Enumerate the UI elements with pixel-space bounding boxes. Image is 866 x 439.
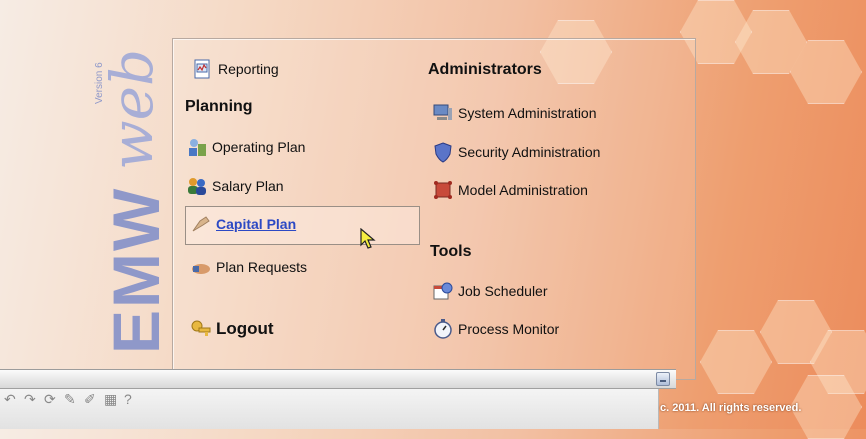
model-administration-label: Model Administration [458,182,588,198]
menu-item-capital-plan[interactable]: Capital Plan [190,213,296,235]
menu-item-model-administration[interactable]: Model Administration [432,179,588,201]
help-icon[interactable]: ? [124,391,138,408]
report-chart-icon [192,58,214,80]
capital-plan-link[interactable]: Capital Plan [216,216,296,232]
overlay-window: ↶ ↷ ⟳ ✎ ✐ ▦ ? [0,369,676,429]
menu-item-job-scheduler[interactable]: Job Scheduler [432,280,548,302]
salary-plan-label: Salary Plan [212,178,284,194]
plan-requests-label: Plan Requests [216,259,308,275]
logo-version: Version 6 [94,62,105,104]
capital-plan-icon [190,213,212,235]
job-scheduler-label: Job Scheduler [458,283,548,299]
menu-item-plan-requests[interactable]: Plan Requests [190,256,307,278]
people-icon [186,175,208,197]
window-titlebar[interactable] [0,369,676,389]
process-monitor-label: Process Monitor [458,321,560,337]
menu-item-process-monitor[interactable]: Process Monitor [432,318,559,340]
redo-icon[interactable]: ↷ [24,391,38,408]
stopwatch-icon [432,318,454,340]
copyright-text: c. 2011. All rights reserved. [660,402,802,414]
toolbar-icons: ↶ ↷ ⟳ ✎ ✐ ▦ ? [4,391,138,408]
print-icon[interactable]: ▦ [104,391,118,408]
menu-item-reporting[interactable]: Reporting [192,58,279,80]
security-administration-label: Security Administration [458,144,601,160]
system-administration-label: System Administration [458,105,597,121]
menu-item-salary-plan[interactable]: Salary Plan [186,175,284,197]
model-cube-icon [432,179,454,201]
emw-web-logo: EMW web Version 6 [12,18,173,354]
operating-plan-label: Operating Plan [212,139,306,155]
logo-script: web [98,48,166,170]
edit-icon[interactable]: ✎ [64,391,78,408]
logout-button[interactable]: Logout [190,318,274,340]
logo-wordmark: EMW [99,186,173,354]
undo-icon[interactable]: ↶ [4,391,18,408]
refresh-icon[interactable]: ⟳ [44,391,58,408]
administrators-heading: Administrators [428,61,542,78]
paint-icon[interactable]: ✐ [84,391,98,408]
menu-item-operating-plan[interactable]: Operating Plan [186,136,305,158]
handshake-icon [190,256,212,278]
operating-plan-icon [186,136,208,158]
reporting-label: Reporting [218,61,279,77]
computer-icon [432,102,454,124]
tools-heading: Tools [430,243,472,260]
logout-keys-icon [190,318,212,340]
menu-item-security-administration[interactable]: Security Administration [432,141,600,163]
menu-item-system-administration[interactable]: System Administration [432,102,597,124]
mouse-cursor-icon [360,227,378,255]
shield-icon [432,141,454,163]
calendar-clock-icon [432,280,454,302]
planning-heading: Planning [185,98,253,115]
minimize-button[interactable] [656,372,670,386]
logout-label: Logout [216,319,274,338]
